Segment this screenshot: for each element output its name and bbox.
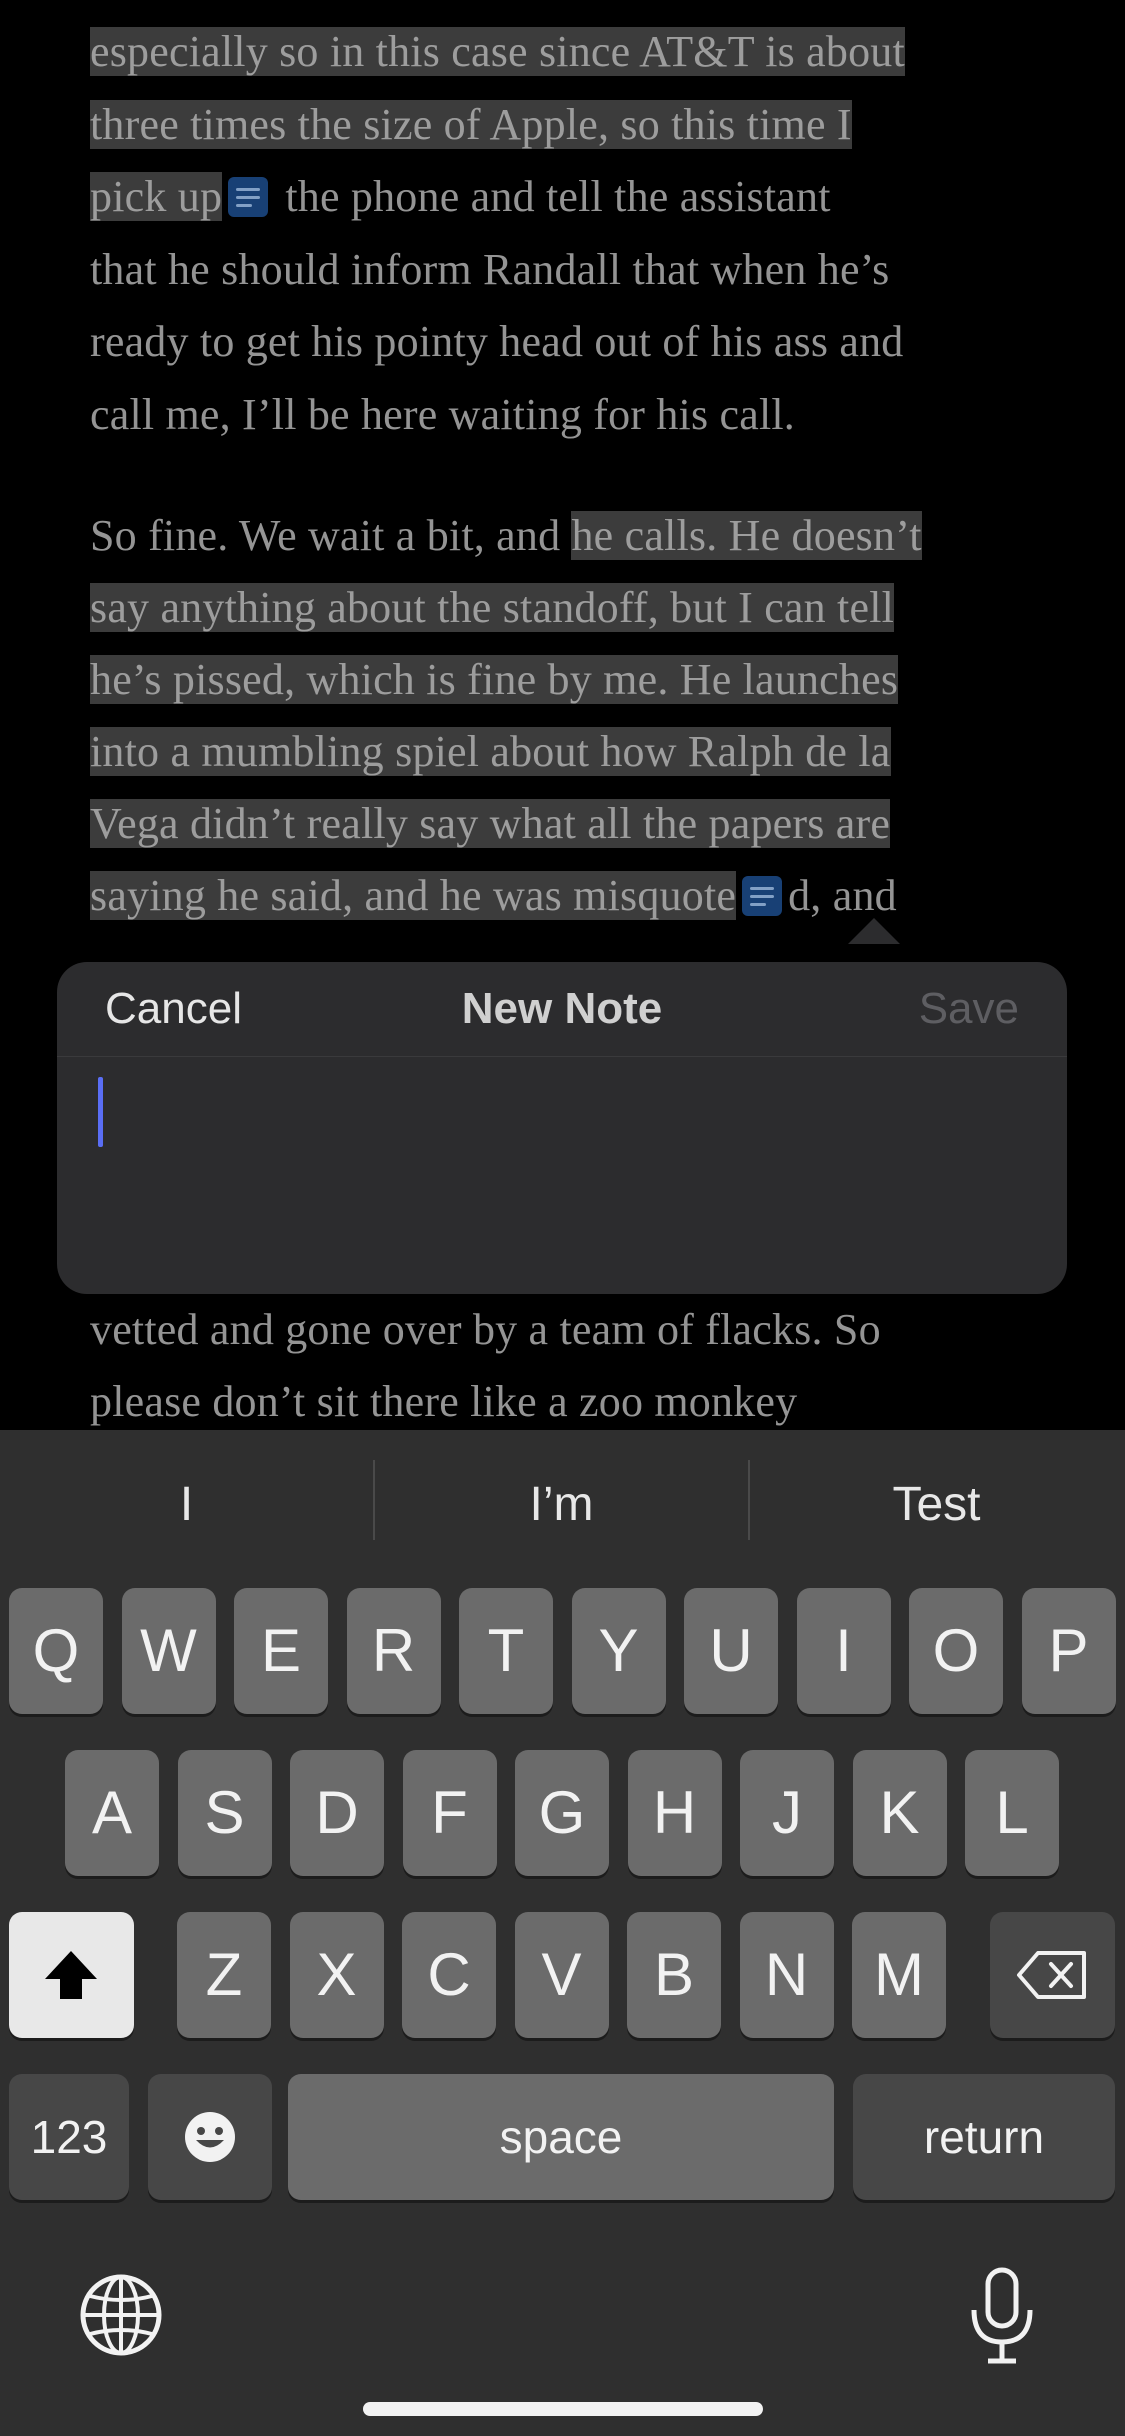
popup-pointer (848, 918, 900, 944)
numbers-key[interactable]: 123 (9, 2074, 129, 2200)
key-p[interactable]: P (1021, 1588, 1116, 1714)
text-caret (98, 1077, 103, 1147)
text-line: So fine. We wait a bit, and he calls. He… (90, 508, 922, 564)
key-g[interactable]: G (515, 1750, 609, 1876)
paragraph-3: vetted and gone over by a team of flacks… (90, 1302, 1035, 1430)
key-d[interactable]: D (290, 1750, 384, 1876)
return-key[interactable]: return (853, 2074, 1115, 2200)
text-span: please don’t sit there like a zoo monkey (90, 1377, 798, 1426)
text-line: three times the size of Apple, so this t… (90, 97, 852, 153)
text-line: pick up the phone and tell the assistant (90, 169, 831, 225)
suggestion-3[interactable]: Test (750, 1430, 1123, 1580)
save-button[interactable]: Save (919, 962, 1019, 1056)
text-span: that he should inform Randall that when … (90, 244, 890, 294)
shift-key[interactable] (9, 1912, 134, 2038)
delete-key[interactable] (990, 1912, 1115, 2038)
key-w[interactable]: W (121, 1588, 216, 1714)
text-line: say anything about the standoff, but I c… (90, 580, 895, 636)
text-line: into a mumbling spiel about how Ralph de… (90, 724, 891, 780)
text-span: call me, I’ll be here waiting for his ca… (90, 389, 795, 439)
emoji-icon (185, 2112, 235, 2162)
key-n[interactable]: N (739, 1912, 834, 2038)
suggestion-2[interactable]: I’m (375, 1430, 748, 1580)
text-line: especially so in this case since AT&T is… (90, 24, 905, 80)
text-span: vetted and gone over by a team of flacks… (90, 1305, 881, 1354)
cancel-button[interactable]: Cancel (105, 962, 242, 1056)
text-line: ready to get his pointy head out of his … (90, 314, 903, 370)
key-r[interactable]: R (346, 1588, 441, 1714)
highlighted-text: especially so in this case since AT&T is… (90, 27, 905, 76)
suggestion-bar: I I’m Test (0, 1430, 1125, 1580)
key-i[interactable]: I (796, 1588, 891, 1714)
new-note-popup: New Note Cancel Save (57, 962, 1067, 1294)
text-span: ready to get his pointy head out of his … (90, 317, 904, 366)
key-f[interactable]: F (402, 1750, 497, 1876)
key-l[interactable]: L (965, 1750, 1059, 1876)
key-o[interactable]: O (909, 1588, 1003, 1714)
space-key[interactable]: space (288, 2074, 834, 2200)
keyboard: I I’m Test QWERTYUIOPASDFGHJKLZXCVBNM 12… (0, 1430, 1125, 2436)
globe-button[interactable] (78, 2272, 168, 2362)
key-m[interactable]: M (852, 1912, 946, 2038)
key-e[interactable]: E (234, 1588, 328, 1714)
key-z[interactable]: Z (177, 1912, 271, 2038)
text-line: saying he said, and he was misquote d, an… (90, 868, 897, 924)
highlighted-text: three times the size of Apple, so this t… (90, 99, 852, 149)
key-c[interactable]: C (402, 1912, 496, 2038)
text-span: d, and (788, 871, 897, 920)
highlighted-text: saying he said, and he was misquote (90, 871, 737, 920)
microphone-icon (971, 2267, 1033, 2364)
key-s[interactable]: S (177, 1750, 272, 1876)
popup-header: New Note Cancel Save (57, 962, 1067, 1057)
highlighted-text: pick up (90, 172, 223, 221)
highlighted-text: he calls. He doesn’t (571, 511, 922, 560)
delete-icon (1017, 1951, 1086, 1999)
text-line: please don’t sit there like a zoo monkey (90, 1374, 797, 1430)
text-line: vetted and gone over by a team of flacks… (90, 1302, 881, 1358)
text-span: So fine. We wait a bit, and (90, 511, 572, 560)
key-b[interactable]: B (627, 1912, 721, 2038)
highlighted-text: into a mumbling spiel about how Ralph de… (90, 727, 891, 776)
note-marker-icon[interactable] (742, 875, 783, 916)
text-line: that he should inform Randall that when … (90, 242, 889, 298)
highlighted-text: he’s pissed, which is fine by me. He lau… (90, 655, 899, 704)
text-line: Vega didn’t really say what all the pape… (90, 796, 891, 852)
key-a[interactable]: A (65, 1750, 159, 1876)
key-y[interactable]: Y (571, 1588, 666, 1714)
emoji-key[interactable] (148, 2074, 272, 2200)
shift-icon (45, 1951, 97, 1999)
key-h[interactable]: H (627, 1750, 722, 1876)
note-text-field[interactable] (57, 1057, 1067, 1294)
highlighted-text: say anything about the standoff, but I c… (90, 583, 895, 632)
key-j[interactable]: J (740, 1750, 834, 1876)
paragraph-1: especially so in this case since AT&T is… (90, 24, 1035, 439)
key-t[interactable]: T (459, 1588, 553, 1714)
key-x[interactable]: X (289, 1912, 384, 2038)
key-q[interactable]: Q (9, 1588, 103, 1714)
suggestion-1[interactable]: I (0, 1430, 373, 1580)
home-indicator (363, 2402, 763, 2416)
text-line: call me, I’ll be here waiting for his ca… (90, 387, 795, 443)
highlighted-text: Vega didn’t really say what all the pape… (90, 799, 891, 848)
note-marker-icon[interactable] (228, 176, 269, 217)
paragraph-2: So fine. We wait a bit, and he calls. He… (90, 508, 1035, 948)
text-line: he’s pissed, which is fine by me. He lau… (90, 652, 899, 708)
globe-icon (80, 2274, 162, 2356)
text-span: the phone and tell the assistant (274, 172, 831, 221)
key-v[interactable]: V (514, 1912, 609, 2038)
dictation-button[interactable] (966, 2266, 1038, 2366)
key-u[interactable]: U (684, 1588, 778, 1714)
key-k[interactable]: K (852, 1750, 947, 1876)
